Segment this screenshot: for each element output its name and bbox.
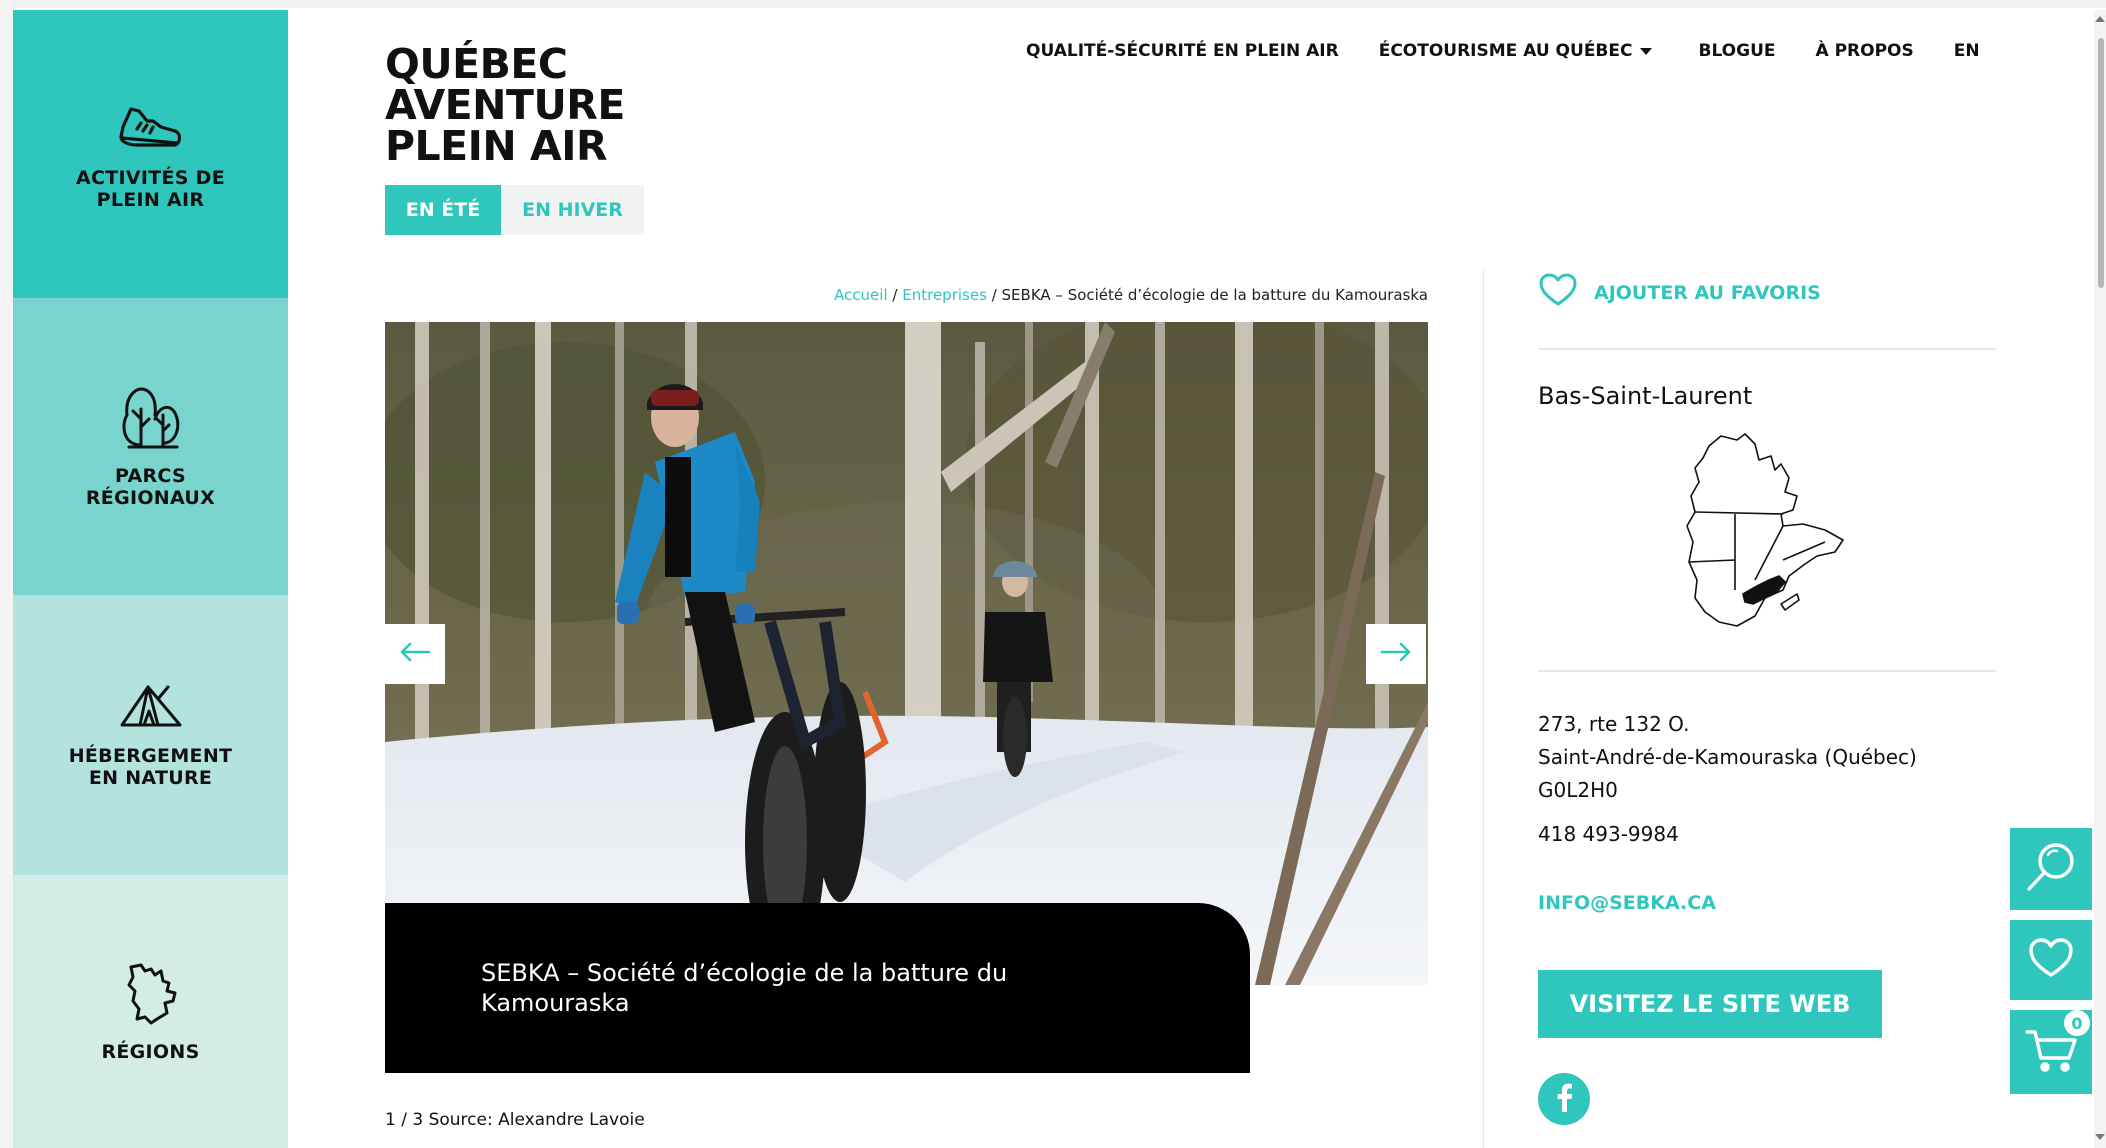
floating-search-button[interactable]	[2010, 828, 2092, 910]
photo-slider	[385, 322, 1428, 985]
breadcrumb-separator: /	[892, 286, 898, 304]
floating-favorites-button[interactable]	[2010, 920, 2092, 1000]
trees-icon	[119, 385, 183, 451]
slider-next-button[interactable]	[1366, 624, 1426, 684]
sidebar-item-label: RÉGIONS	[101, 1040, 200, 1063]
sidebar-item-label: HÉBERGEMENT EN NATURE	[68, 745, 233, 789]
slide-caption-panel: SEBKA – Société d’écologie de la batture…	[385, 903, 1250, 1073]
sidebar-item-hebergement[interactable]: HÉBERGEMENT EN NATURE	[13, 595, 288, 875]
address-city: Saint-André-de-Kamouraska (Québec)	[1538, 745, 1917, 769]
slider-prev-button[interactable]	[385, 624, 445, 684]
facebook-button[interactable]	[1538, 1073, 1590, 1125]
add-to-favorites-button[interactable]: AJOUTER AU FAVORIS	[1538, 272, 1821, 313]
slide-counter: 1 / 3 Source: Alexandre Lavoie	[385, 1110, 645, 1130]
main-navigation: QUALITÉ-SÉCURITÉ EN PLEIN AIR ÉCOTOURISM…	[1026, 36, 1980, 66]
visit-website-button[interactable]: VISITEZ LE SITE WEB	[1538, 970, 1882, 1038]
nav-item-label: QUALITÉ-SÉCURITÉ EN PLEIN AIR	[1026, 41, 1339, 61]
nav-item-label: BLOGUE	[1698, 41, 1776, 61]
sneaker-icon	[117, 97, 185, 153]
nav-item-label: EN	[1953, 41, 1980, 61]
region-name: Bas-Saint-Laurent	[1538, 382, 1753, 410]
scroll-up-arrow[interactable]	[2095, 16, 2105, 22]
search-icon	[2023, 839, 2079, 900]
arrow-right-icon	[1380, 642, 1412, 667]
logo-line: AVENTURE	[385, 81, 625, 129]
nav-item-qualite-securite[interactable]: QUALITÉ-SÉCURITÉ EN PLEIN AIR	[1026, 41, 1339, 61]
summer-button[interactable]: EN ÉTÉ	[385, 185, 501, 235]
email-link[interactable]: INFO@SEBKA.CA	[1538, 892, 1716, 914]
sidebar-item-label: PARCS RÉGIONAUX	[85, 464, 216, 509]
column-divider	[1483, 270, 1484, 1148]
winter-button[interactable]: EN HIVER	[501, 185, 644, 235]
nav-item-label: À PROPOS	[1815, 41, 1914, 61]
nav-item-a-propos[interactable]: À PROPOS	[1816, 41, 1914, 61]
heart-icon	[1538, 272, 1578, 313]
quebec-map-icon	[121, 961, 181, 1027]
nav-item-label: ÉCOTOURISME AU QUÉBEC	[1378, 41, 1633, 61]
nav-item-blogue[interactable]: BLOGUE	[1698, 41, 1775, 61]
divider	[1538, 670, 1996, 672]
logo-line: PLEIN AIR	[385, 122, 608, 170]
breadcrumb-section-link[interactable]: Entreprises	[902, 286, 987, 304]
nav-item-ecotourisme[interactable]: ÉCOTOURISME AU QUÉBEC	[1379, 41, 1653, 61]
tent-icon	[118, 681, 184, 731]
sidebar-item-regions[interactable]: RÉGIONS	[13, 875, 288, 1148]
category-sidebar: ACTIVITÉS DE PLEIN AIR PARCS RÉGIONAUX H…	[13, 10, 288, 1148]
window-left-edge	[0, 0, 13, 1148]
address-postal-code: G0L2H0	[1538, 778, 1618, 802]
scroll-down-arrow[interactable]	[2095, 1134, 2105, 1140]
caret-down-icon	[1640, 47, 1653, 55]
sidebar-item-activites[interactable]: ACTIVITÉS DE PLEIN AIR	[13, 10, 288, 298]
breadcrumb: Accueil / Entreprises / SEBKA – Société …	[834, 286, 1428, 304]
sidebar-item-label: ACTIVITÉS DE PLEIN AIR	[75, 167, 226, 211]
favorites-label: AJOUTER AU FAVORIS	[1594, 281, 1821, 304]
divider	[1538, 348, 1996, 350]
slide-caption: SEBKA – Société d’écologie de la batture…	[481, 959, 1008, 1017]
breadcrumb-home-link[interactable]: Accueil	[834, 286, 888, 304]
heart-icon	[2027, 937, 2075, 984]
phone-number[interactable]: 418 493-9984	[1538, 822, 1679, 846]
address-street: 273, rte 132 O.	[1538, 712, 1690, 736]
logo-line: QUÉBEC	[385, 40, 568, 88]
region-map	[1685, 430, 1845, 635]
cart-count-badge: 0	[2064, 1010, 2090, 1036]
slide-photo	[385, 322, 1428, 985]
facebook-icon	[1555, 1082, 1573, 1117]
site-logo[interactable]: QUÉBEC AVENTURE PLEIN AIR	[385, 44, 625, 167]
arrow-left-icon	[399, 642, 431, 667]
address-block: 273, rte 132 O. Saint-André-de-Kamourask…	[1538, 708, 1917, 807]
floating-cart-button[interactable]: 0	[2010, 1010, 2092, 1094]
scrollbar-thumb[interactable]	[2098, 38, 2104, 288]
nav-item-language[interactable]: EN	[1954, 41, 1980, 61]
sidebar-item-parcs[interactable]: PARCS RÉGIONAUX	[13, 298, 288, 595]
window-top-edge	[0, 0, 2106, 8]
season-toggle: EN ÉTÉ EN HIVER	[385, 185, 644, 235]
breadcrumb-current: SEBKA – Société d’écologie de la batture…	[1001, 286, 1428, 304]
breadcrumb-separator: /	[991, 286, 997, 304]
